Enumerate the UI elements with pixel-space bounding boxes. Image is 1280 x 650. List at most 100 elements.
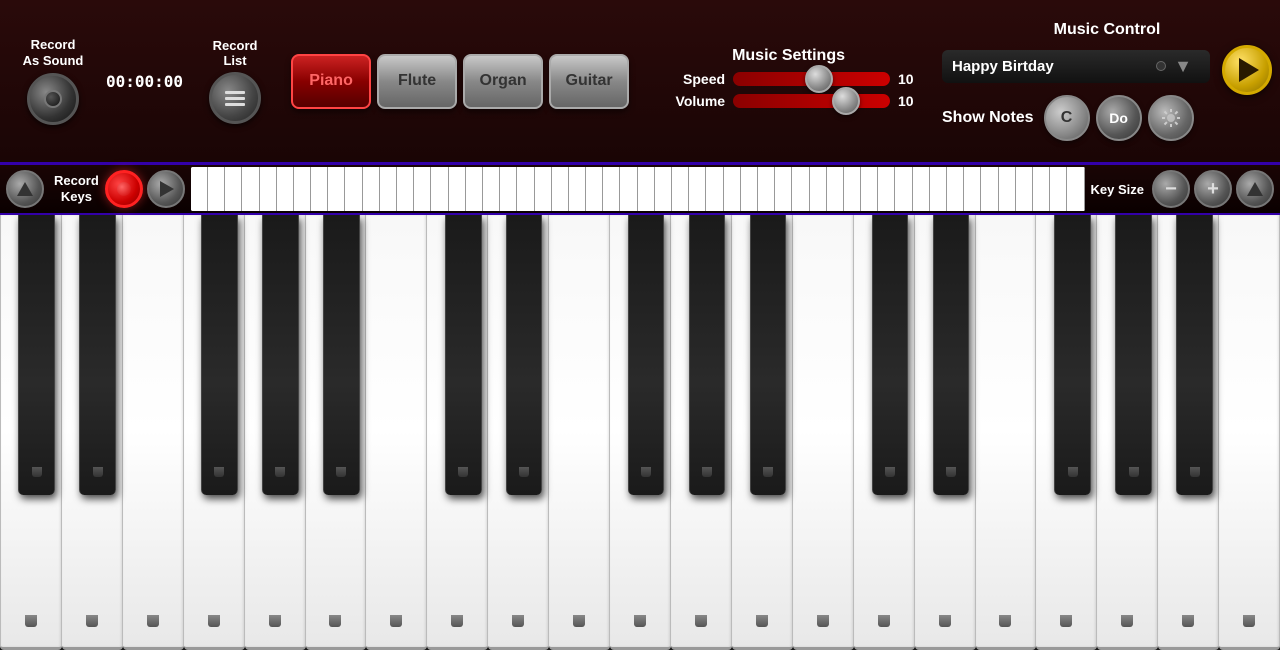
key-size-increase-button[interactable]: + [1194, 170, 1232, 208]
record-keys-icon [117, 182, 131, 196]
record-keys-label: RecordKeys [54, 173, 99, 204]
record-button-inner [44, 90, 62, 108]
speed-slider-track[interactable] [733, 72, 890, 86]
record-list-label: RecordList [213, 38, 258, 68]
key-size-up-icon [1247, 182, 1263, 196]
song-dot [1156, 61, 1166, 71]
white-key-notch [756, 615, 768, 627]
white-key-notch [86, 615, 98, 627]
white-key-notch [25, 615, 37, 627]
play-button[interactable] [1222, 45, 1272, 95]
black-key-notch [214, 467, 224, 477]
music-settings-section: Music Settings Speed 10 Volume 10 [655, 47, 922, 115]
piano-button[interactable]: Piano [291, 54, 371, 109]
black-key-notch [93, 467, 103, 477]
white-key-notch [1060, 615, 1072, 627]
black-key[interactable] [262, 215, 299, 495]
black-key[interactable] [506, 215, 543, 495]
play-keys-icon [160, 181, 174, 197]
white-key-notch [512, 615, 524, 627]
black-key-notch [336, 467, 346, 477]
black-key[interactable] [18, 215, 55, 495]
black-key[interactable] [872, 215, 909, 495]
record-keys-button[interactable] [105, 170, 143, 208]
music-settings-title: Music Settings [732, 47, 845, 65]
speed-label: Speed [655, 71, 725, 87]
white-key-notch [329, 615, 341, 627]
mini-piano-strip [191, 167, 1085, 211]
key-size-decrease-button[interactable]: − [1152, 170, 1190, 208]
black-key[interactable] [933, 215, 970, 495]
black-key-notch [519, 467, 529, 477]
sun-icon [1160, 107, 1182, 129]
record-as-sound-section: RecordAs Sound [8, 37, 98, 124]
song-selector[interactable]: Happy Birtday ▼ [942, 50, 1210, 83]
key-size-section: Key Size − + [1091, 170, 1274, 208]
record-list-button[interactable] [209, 72, 261, 124]
black-key[interactable] [79, 215, 116, 495]
white-key-notch [878, 615, 890, 627]
black-key[interactable] [445, 215, 482, 495]
nav-up-icon [17, 182, 33, 196]
show-notes-row: Show Notes C Do [942, 95, 1272, 141]
black-key-notch [885, 467, 895, 477]
black-key-notch [1190, 467, 1200, 477]
mini-white-keys [191, 167, 1085, 211]
white-key-notch [1121, 615, 1133, 627]
white-key-notch [634, 615, 646, 627]
show-notes-label: Show Notes [942, 109, 1034, 127]
record-as-sound-button[interactable] [27, 73, 79, 125]
black-key[interactable] [201, 215, 238, 495]
dropdown-arrow-icon[interactable]: ▼ [1174, 56, 1192, 77]
note-c-button[interactable]: C [1044, 95, 1090, 141]
guitar-button[interactable]: Guitar [549, 54, 629, 109]
organ-button[interactable]: Organ [463, 54, 543, 109]
white-key-notch [390, 615, 402, 627]
song-name: Happy Birtday [952, 58, 1156, 75]
white-key-notch [269, 615, 281, 627]
timer-display: 00:00:00 [106, 72, 183, 91]
black-key[interactable] [1054, 215, 1091, 495]
black-key[interactable] [750, 215, 787, 495]
volume-slider-row: Volume 10 [655, 93, 922, 109]
black-key-notch [458, 467, 468, 477]
middle-bar: RecordKeys Key Size − + [0, 165, 1280, 215]
black-key[interactable] [628, 215, 665, 495]
play-keys-button[interactable] [147, 170, 185, 208]
volume-slider-track[interactable] [733, 94, 890, 108]
black-key-notch [32, 467, 42, 477]
instrument-buttons: Piano Flute Organ Guitar [291, 54, 629, 109]
black-key-notch [641, 467, 651, 477]
black-key-notch [1129, 467, 1139, 477]
top-bar: RecordAs Sound 00:00:00 RecordList Piano… [0, 0, 1280, 165]
black-key[interactable] [1176, 215, 1213, 495]
key-size-up-button[interactable] [1236, 170, 1274, 208]
black-key-notch [275, 467, 285, 477]
white-key-notch [1243, 615, 1255, 627]
black-key-notch [946, 467, 956, 477]
speed-value: 10 [898, 71, 922, 87]
volume-value: 10 [898, 93, 922, 109]
nav-up-button[interactable] [6, 170, 44, 208]
volume-label: Volume [655, 93, 725, 109]
record-list-section: RecordList [195, 38, 275, 124]
white-key-notch [1182, 615, 1194, 627]
black-key[interactable] [689, 215, 726, 495]
black-key[interactable] [323, 215, 360, 495]
list-icon [225, 91, 245, 106]
black-key[interactable] [1115, 215, 1152, 495]
black-keys-overlay [0, 215, 1280, 495]
volume-knob[interactable] [832, 87, 860, 115]
note-do-button[interactable]: Do [1096, 95, 1142, 141]
white-key-notch [208, 615, 220, 627]
white-key-notch [573, 615, 585, 627]
flute-button[interactable]: Flute [377, 54, 457, 109]
note-sun-button[interactable] [1148, 95, 1194, 141]
play-icon [1239, 58, 1259, 82]
white-key-notch [817, 615, 829, 627]
speed-knob[interactable] [805, 65, 833, 93]
music-control-title: Music Control [942, 21, 1272, 39]
key-size-label: Key Size [1091, 182, 1144, 197]
white-key-notch [999, 615, 1011, 627]
white-key-notch [695, 615, 707, 627]
